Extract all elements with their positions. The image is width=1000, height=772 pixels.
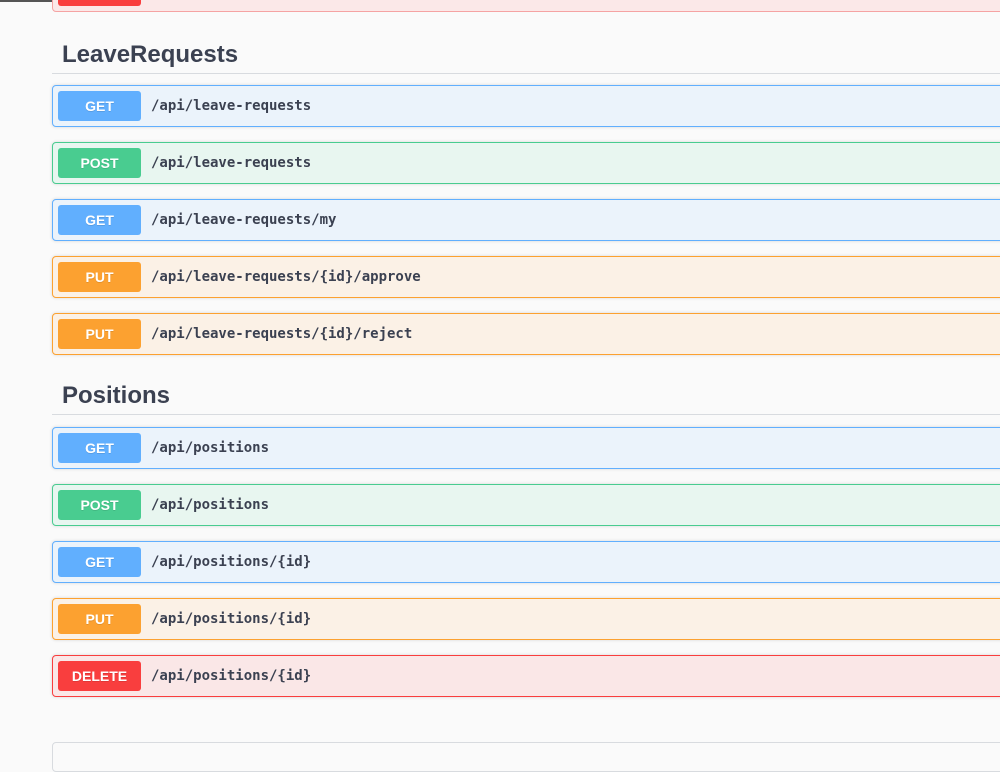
operation-path: /api/leave-requests/my (151, 212, 337, 228)
section-leaverequests: LeaveRequests GET /api/leave-requests PO… (52, 36, 1000, 355)
operation-path: /api/positions (151, 440, 270, 456)
operation-put-leave-requests-reject[interactable]: PUT /api/leave-requests/{id}/reject (52, 313, 1000, 355)
method-badge-put: PUT (58, 319, 141, 349)
operation-path: /api/positions (151, 497, 270, 513)
operation-get-positions[interactable]: GET /api/positions (52, 427, 1000, 469)
schemas-section-partial[interactable] (52, 742, 1000, 772)
operation-path: /api/leave-requests/{id}/reject (151, 326, 413, 342)
method-badge-put: PUT (58, 604, 141, 634)
operation-path: /api/leave-requests (151, 155, 312, 171)
operation-path: /api/positions/{id} (151, 554, 312, 570)
method-badge-post: POST (58, 148, 141, 178)
section-positions: Positions GET /api/positions POST /api/p… (52, 377, 1000, 697)
method-badge-delete: DELETE (58, 661, 141, 691)
operation-partial-delete[interactable] (52, 0, 1000, 12)
operation-get-leave-requests-my[interactable]: GET /api/leave-requests/my (52, 199, 1000, 241)
operation-path: /api/positions/{id} (151, 611, 312, 627)
section-header-leaverequests[interactable]: LeaveRequests (52, 36, 1000, 74)
operation-put-leave-requests-approve[interactable]: PUT /api/leave-requests/{id}/approve (52, 256, 1000, 298)
method-badge-get: GET (58, 205, 141, 235)
method-badge-get: GET (58, 547, 141, 577)
operation-put-positions-id[interactable]: PUT /api/positions/{id} (52, 598, 1000, 640)
method-badge-post: POST (58, 490, 141, 520)
operation-path: /api/leave-requests (151, 98, 312, 114)
operation-post-positions[interactable]: POST /api/positions (52, 484, 1000, 526)
method-badge-get: GET (58, 433, 141, 463)
method-badge-delete (58, 0, 141, 6)
method-badge-put: PUT (58, 262, 141, 292)
operation-get-positions-id[interactable]: GET /api/positions/{id} (52, 541, 1000, 583)
operation-path: /api/leave-requests/{id}/approve (151, 269, 421, 285)
operation-post-leave-requests[interactable]: POST /api/leave-requests (52, 142, 1000, 184)
operation-get-leave-requests[interactable]: GET /api/leave-requests (52, 85, 1000, 127)
section-header-positions[interactable]: Positions (52, 377, 1000, 415)
operation-path: /api/positions/{id} (151, 668, 312, 684)
operation-delete-positions-id[interactable]: DELETE /api/positions/{id} (52, 655, 1000, 697)
section-title: LeaveRequests (62, 41, 239, 68)
method-badge-get: GET (58, 91, 141, 121)
section-title: Positions (62, 382, 171, 409)
